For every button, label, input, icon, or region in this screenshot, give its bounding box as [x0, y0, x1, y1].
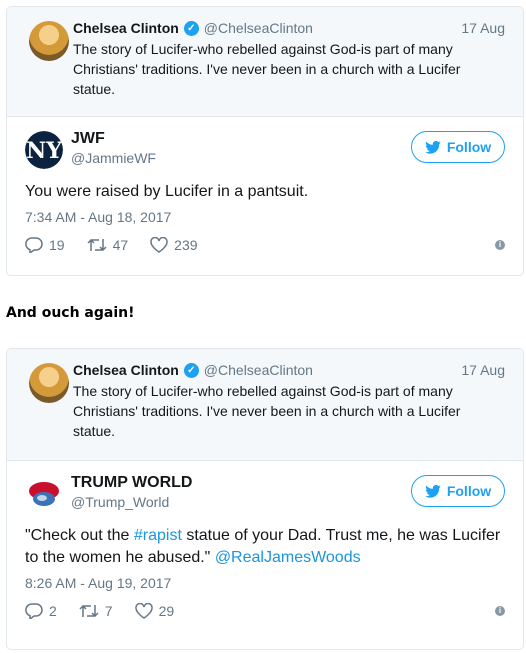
follow-label: Follow	[446, 139, 492, 155]
reply-count: 2	[49, 603, 57, 619]
twitter-bird-icon	[425, 140, 441, 154]
embedded-tweet-2: Chelsea Clinton ✓ @ChelseaClinton 17 Aug…	[6, 348, 524, 650]
verified-badge-icon: ✓	[183, 362, 199, 378]
verified-badge-icon: ✓	[183, 20, 199, 36]
reply-icon	[25, 603, 43, 619]
like-action[interactable]: 239	[150, 237, 198, 253]
quoted-author-name[interactable]: Chelsea Clinton	[73, 362, 179, 378]
reply-action[interactable]: 19	[25, 237, 65, 253]
reply-icon	[25, 237, 43, 253]
quoted-date[interactable]: 17 Aug	[461, 362, 505, 378]
quoted-tweet[interactable]: Chelsea Clinton ✓ @ChelseaClinton 17 Aug…	[7, 7, 523, 117]
heart-icon	[150, 237, 168, 253]
quoted-author-handle[interactable]: @ChelseaClinton	[204, 362, 313, 378]
avatar[interactable]	[29, 21, 69, 61]
reply-tweet: TRUMP WORLD @Trump_World Follow "Check o…	[7, 461, 523, 629]
quoted-author-name[interactable]: Chelsea Clinton	[73, 20, 179, 36]
quoted-text: The story of Lucifer-who rebelled agains…	[73, 41, 461, 97]
avatar[interactable]	[29, 363, 69, 403]
retweet-count: 47	[112, 237, 129, 253]
retweet-action[interactable]: 47	[87, 237, 129, 253]
quoted-text: The story of Lucifer-who rebelled agains…	[73, 383, 461, 439]
like-count: 239	[174, 237, 198, 253]
info-icon[interactable]: i	[495, 240, 505, 250]
svg-text:NY: NY	[26, 138, 62, 164]
hashtag-link[interactable]: #rapist	[134, 527, 182, 544]
info-icon[interactable]: i	[495, 606, 505, 616]
like-action[interactable]: 29	[134, 603, 175, 619]
avatar[interactable]: NY	[25, 131, 63, 169]
reply-text: "Check out the #rapist statue of your Da…	[25, 525, 505, 569]
reply-timestamp[interactable]: 8:26 AM - Aug 19, 2017	[25, 575, 505, 591]
like-count: 29	[158, 603, 175, 619]
avatar[interactable]	[25, 475, 63, 513]
reply-text: You were raised by Lucifer in a pantsuit…	[25, 183, 309, 200]
action-bar: 19 47 239 i	[25, 237, 505, 253]
reply-count: 19	[49, 237, 65, 253]
retweet-action[interactable]: 7	[79, 603, 113, 619]
quoted-author-handle[interactable]: @ChelseaClinton	[204, 20, 313, 36]
reply-action[interactable]: 2	[25, 603, 57, 619]
action-bar: 2 7 29 i	[25, 603, 505, 619]
reply-timestamp[interactable]: 7:34 AM - Aug 18, 2017	[25, 209, 505, 225]
quoted-date[interactable]: 17 Aug	[461, 20, 505, 36]
follow-button[interactable]: Follow	[411, 131, 505, 163]
follow-button[interactable]: Follow	[411, 475, 505, 507]
retweet-icon	[87, 238, 107, 252]
reply-text-part1: "Check out the	[25, 527, 134, 544]
follow-label: Follow	[446, 483, 492, 499]
embedded-tweet-1: Chelsea Clinton ✓ @ChelseaClinton 17 Aug…	[6, 6, 524, 276]
reply-tweet: NY JWF @JammieWF Follow You were raised …	[7, 117, 523, 263]
heart-icon	[134, 603, 153, 619]
retweet-count: 7	[104, 603, 113, 619]
interlude-text: And ouch again!	[6, 305, 135, 321]
quoted-tweet[interactable]: Chelsea Clinton ✓ @ChelseaClinton 17 Aug…	[7, 349, 523, 461]
retweet-icon	[79, 604, 99, 618]
mention-link[interactable]: @RealJamesWoods	[215, 549, 361, 566]
twitter-bird-icon	[425, 484, 441, 498]
